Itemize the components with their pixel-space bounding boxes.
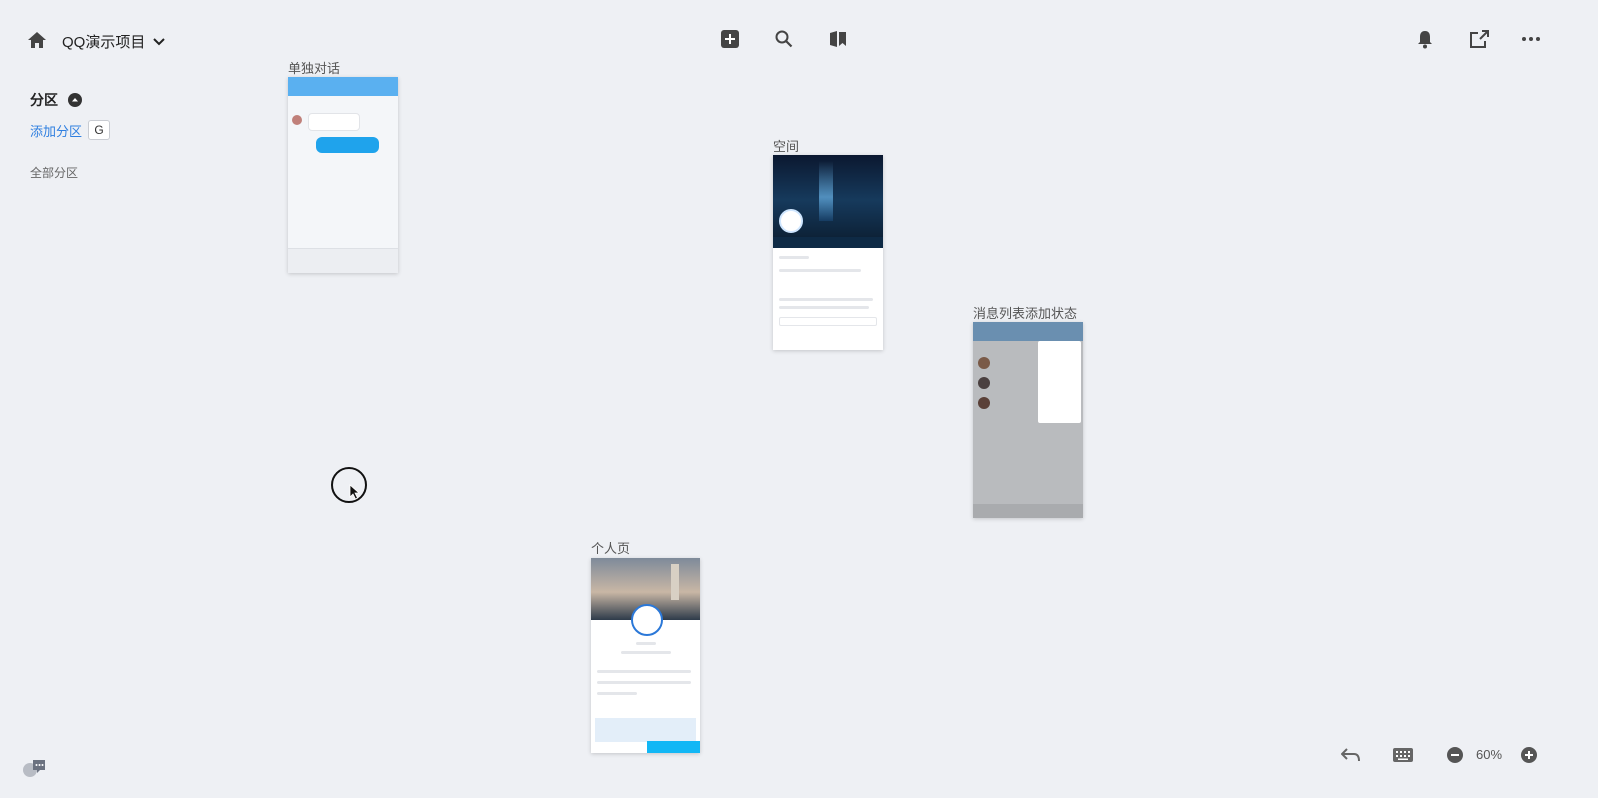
qzone-avatar [779,209,803,233]
share-icon[interactable] [1468,28,1490,50]
chat-navbar [288,77,398,96]
message-avatar [978,357,990,369]
message-avatar [978,377,990,389]
artboard-label: 消息列表添加状态 [973,306,1078,321]
project-title: QQ演示项目 [62,34,146,51]
keyboard-icon[interactable] [1392,745,1414,765]
cursor-indicator [331,467,367,503]
add-section-link[interactable]: 添加分区 [30,121,82,140]
artboard-label: 空间 [773,139,800,154]
profile-photo-wall [595,718,696,742]
zoom-level: 60% [1476,747,1503,762]
message-list-navbar [973,322,1083,341]
chat-bubble-received [308,113,360,131]
shortcut-key: G [88,120,111,140]
chat-bubble-sent [316,137,379,153]
artboard-chat[interactable] [288,77,398,273]
project-selector[interactable]: QQ演示项目 [62,31,166,52]
chat-avatar [292,115,302,125]
zoom-out-icon[interactable] [1446,745,1464,765]
profile-avatar [631,604,663,636]
bookmark-icon[interactable] [828,29,848,49]
all-sections-item[interactable]: 全部分区 [30,164,230,181]
chat-input-bar [288,248,398,273]
search-icon[interactable] [774,29,794,49]
pointer-icon [349,484,361,500]
undo-icon[interactable] [1340,745,1362,765]
more-icon[interactable] [1520,30,1542,48]
add-icon[interactable] [720,29,740,49]
profile-upload-button [647,741,700,753]
qzone-tabbar [773,237,883,248]
chevron-down-icon [153,33,166,51]
bell-icon[interactable] [1415,28,1435,50]
message-tabbar [973,504,1083,518]
artboard-profile[interactable] [591,558,700,753]
zoom-in-icon[interactable] [1520,745,1538,765]
collapse-icon[interactable] [68,93,82,107]
sidebar-section-title: 分区 [30,92,58,108]
home-icon[interactable] [26,29,48,51]
dropdown-menu [1038,341,1081,423]
qzone-cover-image [773,155,883,237]
sidebar: 分区 添加分区 G 全部分区 [30,90,230,181]
artboard-qzone[interactable] [773,155,883,350]
comment-icon[interactable] [20,757,48,779]
message-avatar [978,397,990,409]
artboard-message-list[interactable] [973,322,1083,518]
artboard-label: 个人页 [591,541,631,556]
artboard-label: 单独对话 [288,61,341,76]
